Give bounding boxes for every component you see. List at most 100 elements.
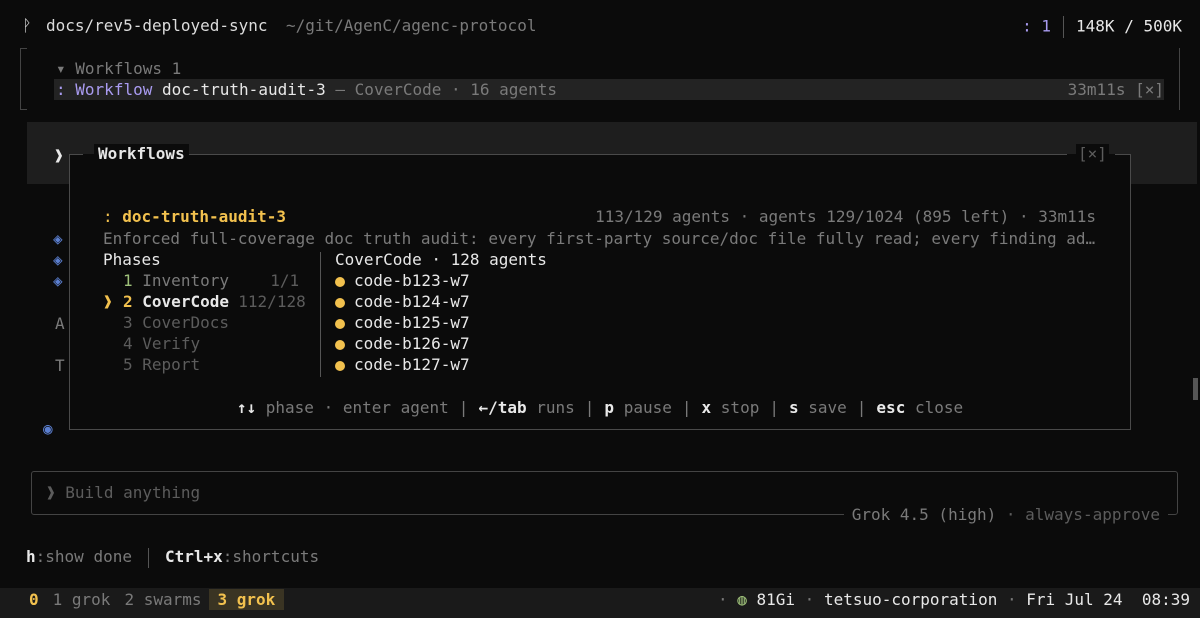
hint-separator: | [681, 398, 692, 417]
row-detail: CoverCode · 16 agents [354, 80, 557, 99]
hint-label: stop [720, 398, 760, 417]
row-close-button[interactable]: [×] [1135, 80, 1164, 99]
agents-heading: CoverCode · 128 agents [335, 250, 547, 269]
phase-name: CoverCode [142, 292, 229, 311]
phase-selected-icon: ❱ [103, 292, 113, 311]
key-hint: ↑↓ phase · enter agent [237, 398, 449, 417]
window-tab[interactable]: 2 swarms [117, 590, 208, 609]
hint-key: p [604, 398, 615, 417]
workflow-name: : doc-truth-audit-3 [103, 207, 286, 227]
tray-count: 1 [171, 59, 182, 78]
phase-number: 1 [123, 271, 133, 290]
diamond-icon: ◈ [53, 271, 63, 290]
git-branch-icon: ᚹ [22, 16, 32, 35]
repo-path: ~/git/AgenC/agenc-protocol [286, 16, 537, 35]
key-hint: esc close [876, 398, 963, 417]
phase-row[interactable]: 1 Inventory 1/1 [103, 271, 299, 291]
status-right: · ◍ 81Gi · tetsuo-corporation · Fri Jul … [717, 590, 1190, 609]
memory-icon: ◍ [737, 590, 747, 609]
agent-name: code-b126-w7 [354, 334, 470, 353]
agent-name: code-b123-w7 [354, 271, 470, 290]
scrollbar-thumb[interactable] [1193, 378, 1198, 400]
clock: 08:39 [1141, 590, 1190, 609]
diamond-icon: ◈ [53, 250, 63, 269]
hint-separator: | [458, 398, 469, 417]
hint-divider [147, 547, 149, 568]
modal-close-button[interactable]: [×] [1076, 144, 1109, 164]
hostname: tetsuo-corporation [823, 590, 998, 609]
workflows-tray-header[interactable]: ▾ Workflows 1 [56, 59, 181, 79]
phase-name: Inventory [142, 271, 229, 290]
hint-label: save [808, 398, 847, 417]
status-dot-icon [335, 277, 345, 287]
shortcuts-key: Ctrl+x [164, 547, 223, 566]
show-done-label: :show done [35, 547, 132, 566]
side-letter: T [55, 356, 65, 375]
phases-heading: Phases [103, 250, 161, 269]
phase-number: 3 [123, 313, 133, 332]
workflow-row-label[interactable]: : Workflow doc-truth-audit-3 — CoverCode… [56, 80, 557, 100]
tray-title: Workflows [75, 59, 162, 78]
chevron-right-icon: ❱ [54, 146, 64, 165]
header-status: : 1 148K / 500K [1022, 16, 1182, 38]
phase-progress: 1/1 [270, 271, 300, 290]
row-prefix: : [56, 80, 66, 99]
column-divider [320, 252, 321, 377]
phase-row[interactable]: ❱ 2 CoverCode 112/128 [103, 292, 306, 312]
row-elapsed: 33m11s [1067, 80, 1126, 99]
workflow-row-meta: 33m11s [×] [1068, 80, 1164, 100]
agent-name: code-b127-w7 [354, 355, 470, 374]
prompt-placeholder: Build anything [65, 483, 201, 502]
session-marker: : 1 [1022, 16, 1052, 36]
agent-name: code-b124-w7 [354, 292, 470, 311]
phase-row[interactable]: 5 Report [103, 355, 270, 375]
phase-row[interactable]: 4 Verify [103, 334, 270, 354]
prompt-input[interactable]: ❱ Build anything [46, 483, 200, 503]
phase-number: 5 [123, 355, 133, 374]
phase-number: 2 [123, 292, 133, 311]
row-dash: — [335, 80, 346, 99]
phase-name: CoverDocs [142, 313, 229, 332]
model-indicator: Grok 4.5 (high) · always-approve [843, 505, 1168, 525]
phase-name: Report [142, 355, 201, 374]
collapse-icon[interactable]: ▾ [56, 59, 66, 78]
window-tab[interactable]: 3 grok [208, 589, 285, 610]
date: Fri Jul 24 [1026, 590, 1123, 609]
phase-row[interactable]: 3 CoverDocs [103, 313, 270, 333]
status-dot-icon [335, 298, 345, 308]
agent-row[interactable]: code-b125-w7 [335, 313, 470, 333]
status-dot-icon [335, 361, 345, 371]
modal-key-hints: ↑↓ phase · enter agent | ←/tab runs | p paus… [0, 398, 1200, 418]
hint-key: x [701, 398, 712, 417]
status-dot-icon [335, 340, 345, 350]
window-tabs: 01 grok 2 swarms 3 grok [0, 589, 285, 610]
token-usage: 148K / 500K [1076, 16, 1182, 36]
agent-row[interactable]: code-b123-w7 [335, 271, 470, 291]
shortcuts-label: :shortcuts [222, 547, 320, 566]
row-kind: Workflow [75, 80, 153, 99]
agent-row[interactable]: code-b127-w7 [335, 355, 470, 375]
hint-separator: | [856, 398, 867, 417]
row-workflow-name: doc-truth-audit-3 [161, 80, 326, 99]
modal-title: Workflows [94, 144, 189, 164]
agent-row[interactable]: code-b126-w7 [335, 334, 470, 354]
agent-row[interactable]: code-b124-w7 [335, 292, 470, 312]
phase-name: Verify [142, 334, 201, 353]
diamond-icon: ◈ [53, 229, 63, 248]
window-tab[interactable]: 0 [22, 590, 46, 609]
hint-label: close [914, 398, 964, 417]
hint-key: ↑↓ [236, 398, 257, 417]
hint-label: runs [536, 398, 575, 417]
memory-usage: 81Gi [756, 590, 796, 609]
branch-name: docs/rev5-deployed-sync [46, 16, 268, 35]
hint-key: s [788, 398, 799, 417]
window-tab[interactable]: 1 grok [46, 590, 118, 609]
phase-progress: 112/128 [238, 292, 306, 311]
workflow-description: Enforced full-coverage doc truth audit: … [103, 229, 1096, 248]
workflow-title: doc-truth-audit-3 [122, 207, 287, 226]
key-hint: x stop [702, 398, 760, 417]
prompt-chevron-icon: ❱ [46, 483, 56, 502]
header-divider [1063, 16, 1065, 38]
hint-key: ←/tab [478, 398, 527, 417]
phase-number: 4 [123, 334, 133, 353]
